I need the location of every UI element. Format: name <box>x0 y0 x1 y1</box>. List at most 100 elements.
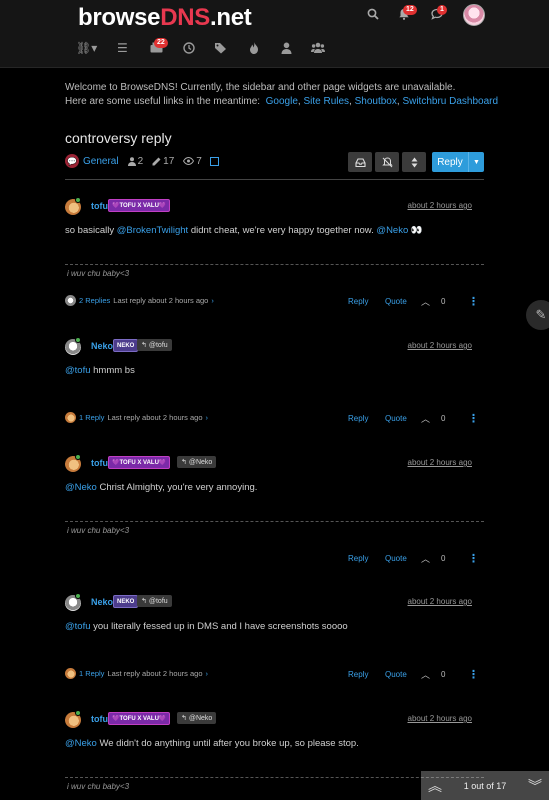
more-options-icon[interactable]: ⋮ <box>468 668 479 681</box>
post-timestamp[interactable]: about 2 hours ago <box>408 714 473 723</box>
pagination-widget: ︽ 1 out of 17 ︾ <box>421 771 549 800</box>
category-link[interactable]: General <box>83 156 119 167</box>
mention-link[interactable]: @Neko <box>65 738 97 749</box>
mark-read-button[interactable] <box>348 152 372 172</box>
category-chat-icon[interactable]: 💬 <box>65 154 79 168</box>
brand-suffix: .net <box>210 4 252 31</box>
post-actions: Reply Quote ︿ 0 ⋮ <box>348 412 479 425</box>
popular-fire-icon[interactable] <box>249 42 259 56</box>
replies-count[interactable]: 1 Reply <box>79 413 104 422</box>
link-switchbru-dashboard[interactable]: Switchbru Dashboard <box>402 96 498 107</box>
categories-icon[interactable]: ☰ <box>117 42 128 54</box>
online-status-dot <box>75 454 81 460</box>
replies-summary[interactable]: 1 Reply Last reply about 2 hours ago › <box>65 412 208 423</box>
user-avatar[interactable] <box>463 4 485 26</box>
group-badge[interactable]: NEKO <box>113 595 139 608</box>
search-icon[interactable] <box>367 8 379 23</box>
group-badge[interactable]: 💜TOFU X VALU💜 <box>108 456 171 469</box>
notifications-off-button[interactable] <box>375 152 399 172</box>
link-google[interactable]: Google <box>266 96 298 107</box>
upvote-chevron-icon[interactable]: ︿ <box>421 295 441 308</box>
replies-count[interactable]: 1 Reply <box>79 669 104 678</box>
post-timestamp[interactable]: about 2 hours ago <box>408 201 473 210</box>
reply-link[interactable]: Reply <box>348 414 385 423</box>
mention-link[interactable]: @tofu <box>65 365 91 376</box>
notifications-badge: 12 <box>403 5 417 15</box>
username[interactable]: tofu <box>91 458 108 468</box>
vote-count: 0 <box>441 297 446 306</box>
quote-link[interactable]: Quote <box>385 297 421 306</box>
reply-to-badge[interactable]: ↰ @tofu <box>137 595 172 607</box>
compose-pencil-icon[interactable]: ✎ <box>526 300 549 330</box>
topic-reply-button[interactable]: Reply ▼ <box>432 152 484 172</box>
username[interactable]: tofu <box>91 714 108 724</box>
upvote-chevron-icon[interactable]: ︿ <box>421 412 441 425</box>
username[interactable]: Neko <box>91 597 113 607</box>
reply-to-badge[interactable]: ↰ @Neko <box>177 712 217 724</box>
group-badge[interactable]: NEKO <box>113 339 139 352</box>
post-text: you literally fessed up in DMS and I hav… <box>93 621 348 632</box>
tags-icon[interactable] <box>214 42 227 56</box>
upvote-chevron-icon[interactable]: ︿ <box>421 668 441 681</box>
signature: i wuv chu baby<3 <box>67 782 130 791</box>
chevron-right-icon[interactable]: › <box>211 296 214 305</box>
divider <box>65 179 484 180</box>
scroll-down-chevron-icon[interactable]: ︾ <box>521 776 549 796</box>
last-reply: Last reply about 2 hours ago <box>113 296 209 305</box>
reply-arrow-icon: ↰ <box>181 459 187 466</box>
more-options-icon[interactable]: ⋮ <box>468 295 479 308</box>
username[interactable]: Neko <box>91 341 113 351</box>
upvote-chevron-icon[interactable]: ︿ <box>421 552 441 565</box>
post: Neko NEKO ↰ @tofu about 2 hours ago @tof… <box>65 593 484 685</box>
recent-clock-icon[interactable] <box>183 42 195 56</box>
groups-icon[interactable] <box>311 42 325 55</box>
chevron-right-icon[interactable]: › <box>206 413 209 422</box>
link-shoutbox[interactable]: Shoutbox <box>355 96 397 107</box>
online-status-dot <box>75 197 81 203</box>
mention-link[interactable]: @Neko <box>376 225 408 236</box>
reply-to-user: @tofu <box>148 597 168 605</box>
signature: i wuv chu baby<3 <box>67 526 130 535</box>
more-options-icon[interactable]: ⋮ <box>468 552 479 565</box>
vote-count: 0 <box>441 414 446 423</box>
post-timestamp[interactable]: about 2 hours ago <box>408 458 473 467</box>
site-logo[interactable]: browseDNS.net <box>78 4 252 32</box>
quote-link[interactable]: Quote <box>385 554 421 563</box>
reply-link[interactable]: Reply <box>348 297 385 306</box>
link-dropdown-icon[interactable]: ⛓▾ <box>76 42 97 54</box>
reply-to-badge[interactable]: ↰ @Neko <box>177 456 217 468</box>
reply-avatar <box>65 412 76 423</box>
replies-summary[interactable]: 1 Reply Last reply about 2 hours ago › <box>65 668 208 679</box>
post-timestamp[interactable]: about 2 hours ago <box>408 341 473 350</box>
chevron-down-icon[interactable]: ▼ <box>468 152 484 172</box>
more-options-icon[interactable]: ⋮ <box>468 412 479 425</box>
quote-link[interactable]: Quote <box>385 670 421 679</box>
replies-summary[interactable]: 2 Replies Last reply about 2 hours ago › <box>65 295 214 306</box>
replies-count[interactable]: 2 Replies <box>79 296 110 305</box>
mention-link[interactable]: @BrokenTwilight <box>117 225 188 236</box>
post-content: @Neko Christ Almighty, you're very annoy… <box>65 482 257 493</box>
scroll-up-chevron-icon[interactable]: ︽ <box>421 776 449 796</box>
reply-arrow-icon: ↰ <box>141 598 147 605</box>
sort-icon <box>411 157 417 167</box>
chats-badge: 1 <box>437 5 447 15</box>
post-actions: Reply Quote ︿ 0 ⋮ <box>348 295 479 308</box>
signature-divider <box>65 264 484 265</box>
reply-link[interactable]: Reply <box>348 554 385 563</box>
group-badge[interactable]: 💜TOFU X VALU💜 <box>108 199 171 212</box>
username[interactable]: tofu <box>91 201 108 211</box>
link-site-rules[interactable]: Site Rules <box>303 96 349 107</box>
mention-link[interactable]: @Neko <box>65 482 97 493</box>
group-badge[interactable]: 💜TOFU X VALU💜 <box>108 712 171 725</box>
rss-icon[interactable] <box>209 156 219 166</box>
last-reply: Last reply about 2 hours ago <box>107 413 203 422</box>
reply-to-badge[interactable]: ↰ @tofu <box>137 339 172 351</box>
mention-link[interactable]: @tofu <box>65 621 91 632</box>
users-icon[interactable] <box>281 42 292 56</box>
sort-button[interactable] <box>402 152 426 172</box>
reply-link[interactable]: Reply <box>348 670 385 679</box>
online-status-dot <box>75 593 81 599</box>
chevron-right-icon[interactable]: › <box>206 669 209 678</box>
quote-link[interactable]: Quote <box>385 414 421 423</box>
post-timestamp[interactable]: about 2 hours ago <box>408 597 473 606</box>
